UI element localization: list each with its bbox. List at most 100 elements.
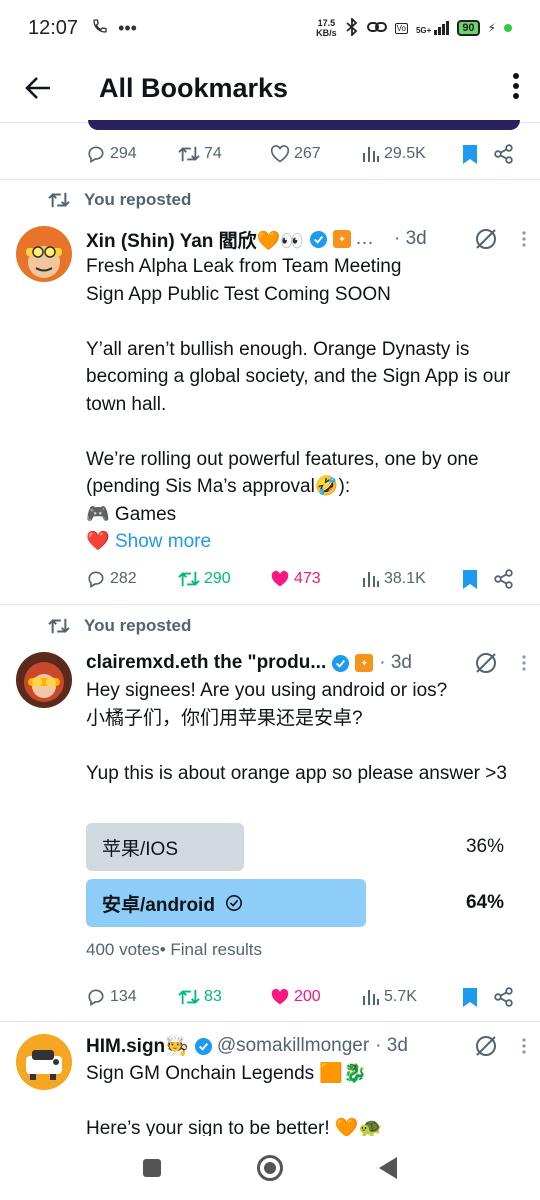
verified-badge-icon [194, 1037, 212, 1055]
share-icon [494, 144, 513, 164]
vertical-dots-icon[interactable] [522, 231, 526, 247]
tweet-action-bar: 294 74 267 29.5K [86, 139, 526, 169]
views-count: 29.5K [384, 145, 426, 162]
tweet-header: clairemxd.eth the "produ... ✦ · 3d [86, 649, 526, 677]
tweet-header: Xin (Shin) Yan 閻欣🧡👀 ✦ … · 3d [86, 225, 526, 253]
views-button[interactable]: 5.7K [362, 988, 462, 1006]
tweet-divider [0, 1021, 540, 1022]
repost-icon [178, 571, 200, 587]
recents-button[interactable] [143, 1159, 161, 1177]
back-button[interactable] [0, 76, 76, 100]
show-more-link[interactable]: Show more [115, 531, 211, 552]
tweet-action-bar: 282 290 473 38.1K [86, 564, 526, 594]
heart-emoji: ❤️ [86, 531, 110, 552]
repost-button-active[interactable]: 290 [178, 569, 270, 589]
like-count: 267 [294, 145, 321, 162]
reply-count: 282 [110, 570, 137, 587]
bookmark-filled-icon [463, 987, 477, 1007]
like-button-active[interactable]: 200 [270, 988, 362, 1006]
link-icon [366, 20, 387, 37]
like-button-active[interactable]: 473 [270, 570, 362, 588]
heart-icon [270, 145, 290, 163]
tweet-text: Sign GM Onchain Legends 🟧🐉 Here’s your s… [86, 1063, 383, 1139]
share-button[interactable] [494, 987, 522, 1007]
poll-option: 苹果/IOS 36% [86, 823, 506, 871]
status-bar: 12:07 ••• 17.5 KB/s Vo 5G+ 90 ⚡ [0, 0, 540, 56]
repost-count: 290 [204, 570, 231, 587]
author-name[interactable]: Xin (Shin) Yan 閻欣🧡👀 [86, 226, 304, 253]
bookmark-button[interactable] [462, 569, 494, 590]
bookmark-button[interactable] [462, 987, 494, 1008]
author-handle[interactable]: … [355, 228, 374, 250]
poll-option-percent: 64% [465, 892, 504, 913]
repost-button-active[interactable]: 83 [178, 987, 270, 1007]
system-nav-bar [0, 1136, 540, 1200]
views-button[interactable]: 38.1K [362, 570, 462, 588]
back-nav-button[interactable] [379, 1157, 397, 1179]
more-notifications-icon: ••• [118, 17, 137, 38]
vertical-dots-icon[interactable] [522, 655, 526, 671]
repost-indicator: You reposted [48, 190, 191, 210]
share-icon [494, 987, 513, 1007]
views-icon [363, 990, 379, 1005]
poll-option-percent: 36% [465, 836, 504, 857]
tweet-text: Hey signees! Are you using android or io… [86, 680, 507, 784]
repost-indicator: You reposted [48, 616, 191, 636]
privacy-indicator [504, 24, 512, 32]
home-button[interactable] [257, 1155, 283, 1181]
repost-button[interactable]: 74 [178, 144, 270, 164]
views-count: 5.7K [384, 988, 417, 1005]
poll-meta: 400 votes• Final results [86, 940, 263, 959]
like-count: 473 [294, 570, 321, 587]
app-header: All Bookmarks [0, 56, 540, 120]
repost-icon [48, 618, 70, 634]
bookmark-button[interactable] [462, 144, 494, 165]
more-options-button[interactable] [512, 72, 520, 105]
grok-icon[interactable] [474, 651, 498, 675]
reply-icon [88, 989, 104, 1006]
author-handle[interactable]: @somakillmonger [217, 1035, 369, 1057]
grok-icon[interactable] [474, 1034, 498, 1058]
heart-filled-icon [271, 988, 289, 1005]
avatar[interactable] [16, 226, 72, 282]
poll-option-label: 安卓/android [102, 894, 215, 916]
grok-icon[interactable] [474, 227, 498, 251]
share-button[interactable] [494, 144, 522, 164]
views-button[interactable]: 29.5K [362, 145, 462, 163]
bookmark-filled-icon [463, 569, 477, 589]
avatar[interactable] [16, 652, 72, 708]
previous-tweet-card-edge[interactable] [88, 120, 520, 130]
share-button[interactable] [494, 569, 522, 589]
page-title: All Bookmarks [99, 72, 289, 103]
views-icon [363, 147, 379, 162]
tweet-time: · 3d [375, 1035, 408, 1056]
affiliate-badge-icon: ✦ [332, 230, 351, 248]
signal-icon: 5G+ [416, 21, 450, 35]
views-count: 38.1K [384, 570, 426, 587]
reply-button[interactable]: 282 [86, 569, 178, 589]
check-circle-icon [225, 894, 242, 912]
poll-option-label: 苹果/IOS [102, 838, 179, 860]
charging-icon: ⚡ [487, 21, 496, 35]
reply-icon [88, 146, 104, 163]
views-icon [363, 572, 379, 587]
reply-icon [88, 571, 104, 588]
vertical-dots-icon[interactable] [522, 1038, 526, 1054]
battery-icon: 90 [457, 20, 480, 36]
volte-icon: Vo [394, 22, 408, 34]
author-name[interactable]: clairemxd.eth the "produ... [86, 652, 326, 674]
avatar[interactable] [16, 1034, 72, 1090]
tweet-text: Fresh Alpha Leak from Team Meeting Sign … [86, 256, 511, 552]
repost-count: 83 [204, 988, 222, 1005]
reply-count: 294 [110, 145, 137, 162]
author-name[interactable]: HIM.sign🧑‍🍳 [86, 1034, 189, 1058]
tweet-header: HIM.sign🧑‍🍳 @somakillmonger · 3d [86, 1032, 526, 1060]
tweet-time: · 3d [379, 652, 412, 673]
reply-button[interactable]: 134 [86, 987, 178, 1007]
like-button[interactable]: 267 [270, 145, 362, 163]
share-icon [494, 569, 513, 589]
tweet-time: · 3d [393, 228, 427, 249]
verified-badge-icon [332, 654, 350, 672]
phone-icon [92, 18, 108, 39]
reply-button[interactable]: 294 [86, 144, 178, 164]
